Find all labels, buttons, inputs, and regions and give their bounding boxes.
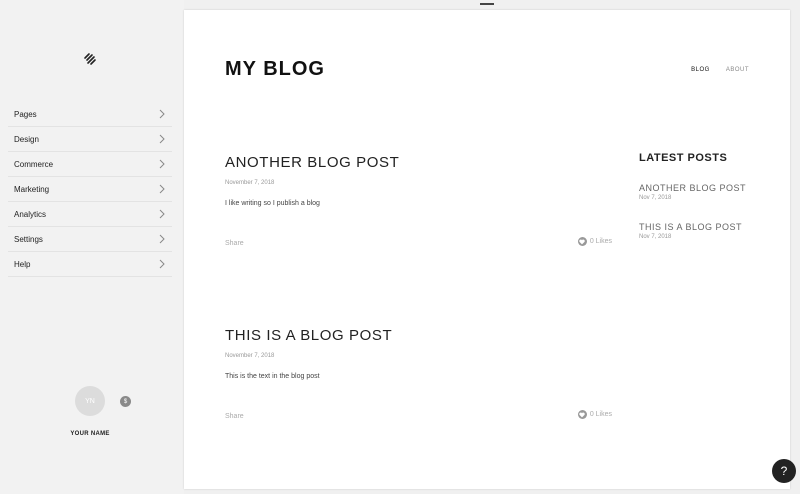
chevron-right-icon <box>159 134 165 144</box>
latest-posts: LATEST POSTS ANOTHER BLOG POST Nov 7, 20… <box>639 152 759 240</box>
blog-post: ANOTHER BLOG POST November 7, 2018 I lik… <box>225 154 612 247</box>
sidebar-item-label: Marketing <box>14 184 50 194</box>
latest-posts-heading: LATEST POSTS <box>639 152 728 164</box>
latest-post-date: Nov 7, 2018 <box>639 234 672 240</box>
squarespace-logo-icon[interactable] <box>82 52 98 68</box>
share-link[interactable]: Share <box>225 413 244 420</box>
like-button[interactable]: 0 Likes <box>577 410 612 419</box>
question-icon: ? <box>780 464 788 478</box>
chevron-right-icon <box>159 109 165 119</box>
like-count: 0 Likes <box>589 238 612 245</box>
blog-post: THIS IS A BLOG POST November 7, 2018 Thi… <box>225 327 612 420</box>
app: Pages Design Commerce Marketing Analytic… <box>0 0 800 494</box>
like-button[interactable]: 0 Likes <box>577 237 612 246</box>
site-title[interactable]: MY BLOG <box>225 58 325 81</box>
sidebar-item-label: Settings <box>14 234 43 244</box>
heart-icon <box>577 410 587 419</box>
like-count: 0 Likes <box>589 411 612 418</box>
chevron-right-icon <box>159 259 165 269</box>
nav-link-about[interactable]: ABOUT <box>726 67 749 73</box>
sidebar-nav: Pages Design Commerce Marketing Analytic… <box>0 102 172 277</box>
sidebar: Pages Design Commerce Marketing Analytic… <box>0 0 184 494</box>
sidebar-item-help[interactable]: Help <box>8 252 172 277</box>
latest-post-link[interactable]: ANOTHER BLOG POST <box>639 182 759 194</box>
list-item: THIS IS A BLOG POST Nov 7, 2018 <box>639 221 759 240</box>
post-footer: Share 0 Likes <box>225 237 612 252</box>
heart-icon <box>577 237 587 246</box>
post-title[interactable]: ANOTHER BLOG POST <box>225 154 612 171</box>
post-excerpt: This is the text in the blog post <box>225 373 320 380</box>
billing-badge[interactable]: $ <box>120 396 131 407</box>
sidebar-item-pages[interactable]: Pages <box>8 102 172 127</box>
drag-handle[interactable] <box>480 3 494 5</box>
sidebar-item-design[interactable]: Design <box>8 127 172 152</box>
post-footer: Share 0 Likes <box>225 410 612 425</box>
sidebar-item-label: Design <box>14 134 39 144</box>
post-excerpt: I like writing so I publish a blog <box>225 200 320 207</box>
sidebar-item-marketing[interactable]: Marketing <box>8 177 172 202</box>
sidebar-item-label: Help <box>14 259 31 269</box>
sidebar-item-commerce[interactable]: Commerce <box>8 152 172 177</box>
chevron-right-icon <box>159 234 165 244</box>
profile-section: YN $ YOUR NAME <box>0 380 184 450</box>
chevron-right-icon <box>159 209 165 219</box>
sidebar-item-label: Analytics <box>14 209 47 219</box>
help-button[interactable]: ? <box>772 459 796 483</box>
dollar-icon: $ <box>123 398 128 405</box>
site-preview: MY BLOG BLOG ABOUT ANOTHER BLOG POST Nov… <box>184 10 790 489</box>
avatar-initials: YN <box>85 397 95 405</box>
post-date: November 7, 2018 <box>225 180 275 186</box>
latest-post-link[interactable]: THIS IS A BLOG POST <box>639 221 759 233</box>
chevron-right-icon <box>159 184 165 194</box>
sidebar-item-settings[interactable]: Settings <box>8 227 172 252</box>
avatar[interactable]: YN <box>75 386 105 416</box>
nav-link-blog[interactable]: BLOG <box>691 67 710 73</box>
post-title[interactable]: THIS IS A BLOG POST <box>225 327 612 344</box>
sidebar-item-analytics[interactable]: Analytics <box>8 202 172 227</box>
latest-post-date: Nov 7, 2018 <box>639 195 672 201</box>
site-nav: BLOG ABOUT <box>691 67 749 73</box>
sidebar-item-label: Pages <box>14 109 37 119</box>
chevron-right-icon <box>159 159 165 169</box>
share-link[interactable]: Share <box>225 240 244 247</box>
post-date: November 7, 2018 <box>225 353 275 359</box>
list-item: ANOTHER BLOG POST Nov 7, 2018 <box>639 182 759 201</box>
user-name: YOUR NAME <box>70 431 110 437</box>
sidebar-item-label: Commerce <box>14 159 54 169</box>
